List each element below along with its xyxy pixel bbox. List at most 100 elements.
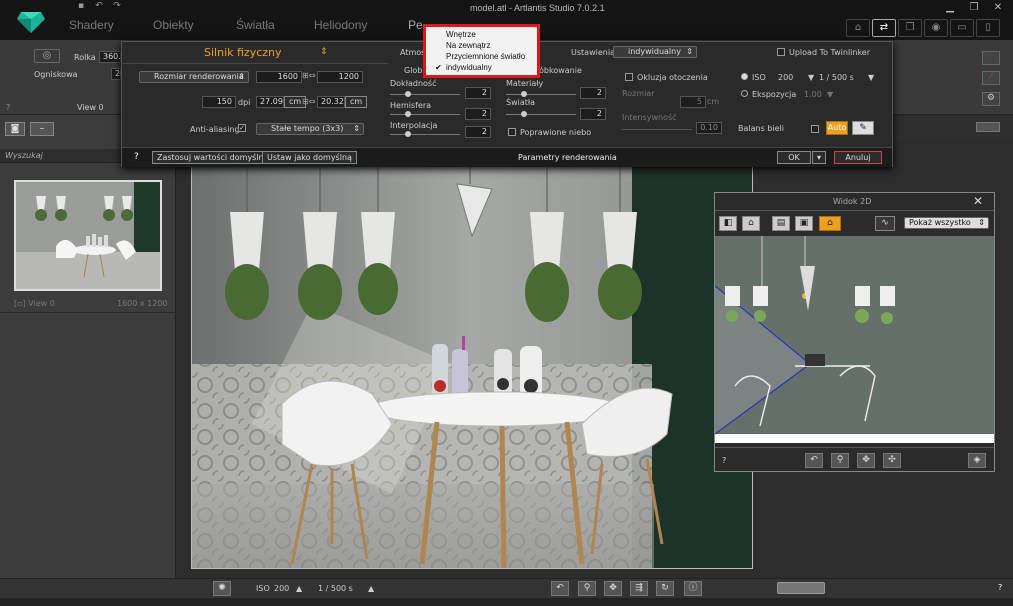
panorama-icon[interactable]: ▯: [976, 19, 1000, 37]
pan-icon[interactable]: ✥: [857, 453, 875, 468]
bottom-walk-icon[interactable]: ⇶: [630, 581, 648, 596]
lights-knob[interactable]: [521, 111, 527, 117]
tab-heliodons[interactable]: Heliodony: [314, 18, 367, 32]
interpolation-knob[interactable]: [405, 131, 411, 137]
view2d-help-icon[interactable]: ?: [722, 456, 726, 465]
navigation-icon[interactable]: ◈: [968, 453, 986, 468]
aperture-icon[interactable]: ✺: [213, 581, 231, 596]
fit-view-icon[interactable]: ✣: [883, 453, 901, 468]
hemisphere-field[interactable]: 2: [465, 108, 491, 120]
swap-icon[interactable]: ⇄: [872, 19, 896, 37]
ok-button[interactable]: OK: [777, 151, 811, 164]
bottom-slider[interactable]: [777, 582, 825, 594]
bottom-info-icon[interactable]: ⓘ: [684, 581, 702, 596]
menu-item-dim-light[interactable]: Przyciemnione światło: [446, 52, 525, 61]
view2d-close-icon[interactable]: ✕: [973, 194, 983, 208]
settings-select[interactable]: indywidualny ⇕: [613, 46, 697, 58]
tab-shaders[interactable]: Shadery: [69, 18, 114, 32]
bottom-help-icon[interactable]: ?: [998, 583, 1002, 592]
menu-item-exterior[interactable]: Na zewnątrz: [446, 41, 490, 50]
link-cm-icon[interactable]: ⊞⇔: [302, 97, 315, 106]
shutter-value[interactable]: 1 / 500 s: [819, 73, 854, 82]
ao-intensity-slider[interactable]: [622, 129, 692, 130]
lights-slider[interactable]: [506, 111, 576, 117]
menu-item-interior[interactable]: Wnętrze: [446, 30, 476, 39]
bottom-pan-icon[interactable]: ✥: [604, 581, 622, 596]
interpolation-field[interactable]: 2: [465, 126, 491, 138]
materials-slider[interactable]: [506, 91, 576, 97]
shop-icon[interactable]: ⌂: [846, 19, 870, 37]
cancel-button[interactable]: Anuluj: [834, 151, 882, 164]
curve-icon[interactable]: ∿: [875, 216, 895, 231]
search-input[interactable]: Wyszukaj: [5, 151, 43, 160]
windows-icon[interactable]: ❐: [898, 19, 922, 37]
save-icon[interactable]: ▪: [74, 1, 88, 12]
bottom-zoom-icon[interactable]: ⚲: [578, 581, 596, 596]
camera-icon[interactable]: ◉: [924, 19, 948, 37]
focal-field[interactable]: 26: [111, 68, 125, 80]
lights-field[interactable]: 2: [580, 108, 606, 120]
eyedropper-icon[interactable]: ✎: [852, 121, 874, 135]
minimize-icon[interactable]: ▁: [940, 2, 960, 16]
view-thumbnail[interactable]: [14, 180, 162, 291]
remove-view-button[interactable]: –: [30, 122, 54, 136]
width-cm-field[interactable]: 27.09: [256, 96, 284, 108]
back-view-icon[interactable]: ▣: [795, 216, 813, 231]
eye-camera-icon[interactable]: ◎: [34, 49, 60, 63]
set-default-button[interactable]: Ustaw jako domyślną: [262, 151, 357, 164]
menu-item-custom[interactable]: indywidualny: [446, 63, 492, 72]
render-width-field[interactable]: 1600: [256, 71, 302, 83]
render-size-select[interactable]: Rozmiar renderowania ⇕: [139, 71, 249, 83]
white-balance-checkbox[interactable]: [811, 125, 819, 133]
exposure-value[interactable]: 1.00: [804, 90, 822, 99]
left-view-icon-active[interactable]: ⌂: [819, 216, 841, 231]
render-height-field[interactable]: 1200: [317, 71, 363, 83]
restore-icon[interactable]: ❐: [964, 2, 984, 16]
right-view-icon[interactable]: ▤: [772, 216, 790, 231]
ao-intensity-field[interactable]: 0.10: [696, 122, 722, 134]
zoom-icon[interactable]: ⚲: [831, 453, 849, 468]
help-icon[interactable]: ?: [6, 103, 10, 112]
eyedropper-red-icon[interactable]: ⁄: [982, 71, 1000, 85]
materials-field[interactable]: 2: [580, 87, 606, 99]
bottom-shutter-arrow-icon[interactable]: ▲: [368, 584, 374, 593]
tab-lights[interactable]: Światła: [236, 18, 275, 32]
view2d-canvas[interactable]: [715, 236, 994, 443]
precision-field[interactable]: 2: [465, 87, 491, 99]
auto-button[interactable]: Auto: [826, 121, 848, 135]
antialias-checkbox[interactable]: ✓: [238, 124, 246, 132]
dpi-field[interactable]: 150: [202, 96, 236, 108]
improved-sky-checkbox[interactable]: [508, 128, 516, 136]
render-preview[interactable]: [191, 163, 753, 569]
dialog-help-icon[interactable]: ?: [134, 152, 139, 162]
bottom-orbit-icon[interactable]: ↻: [656, 581, 674, 596]
iso-arrow-icon[interactable]: ▼: [808, 73, 814, 82]
height-unit-select[interactable]: cm: [345, 96, 368, 108]
close-window-icon[interactable]: ✕: [988, 2, 1008, 16]
apply-defaults-button[interactable]: Zastosuj wartości domyślne: [152, 151, 274, 164]
viewport-toggle-icon[interactable]: [976, 122, 1000, 132]
upload-checkbox[interactable]: [777, 48, 785, 56]
shutter-arrow-icon[interactable]: ▼: [868, 73, 874, 82]
iso-radio[interactable]: [741, 73, 748, 80]
show-all-select[interactable]: Pokaż wszystko ⇕: [904, 217, 989, 229]
engine-select[interactable]: Silnik fizyczny ⇕: [122, 42, 388, 64]
ao-size-field[interactable]: 5: [680, 96, 706, 108]
redo-icon[interactable]: ↷: [110, 1, 124, 12]
checker-icon[interactable]: [982, 51, 1000, 65]
exposure-arrow-icon[interactable]: ▼: [827, 90, 833, 99]
hemisphere-knob[interactable]: [405, 111, 411, 117]
bottom-scrollbar[interactable]: [0, 598, 1013, 606]
tab-perspectives[interactable]: Pe: [408, 18, 423, 32]
ok-dropdown-icon[interactable]: ▾: [812, 151, 826, 164]
height-cm-field[interactable]: 20.32: [317, 96, 345, 108]
undo-icon[interactable]: ↶: [92, 1, 106, 12]
add-view-camera-icon[interactable]: ◙: [5, 122, 25, 136]
precision-slider[interactable]: [390, 91, 460, 97]
bottom-iso-arrow-icon[interactable]: ▲: [296, 584, 302, 593]
plan-view-icon[interactable]: ◧: [719, 216, 737, 231]
image-icon[interactable]: ▭: [950, 19, 974, 37]
antialias-select[interactable]: Stałe tempo (3x3) ⇕: [256, 123, 364, 135]
materials-knob[interactable]: [521, 91, 527, 97]
roll-field[interactable]: 360.: [99, 51, 121, 63]
